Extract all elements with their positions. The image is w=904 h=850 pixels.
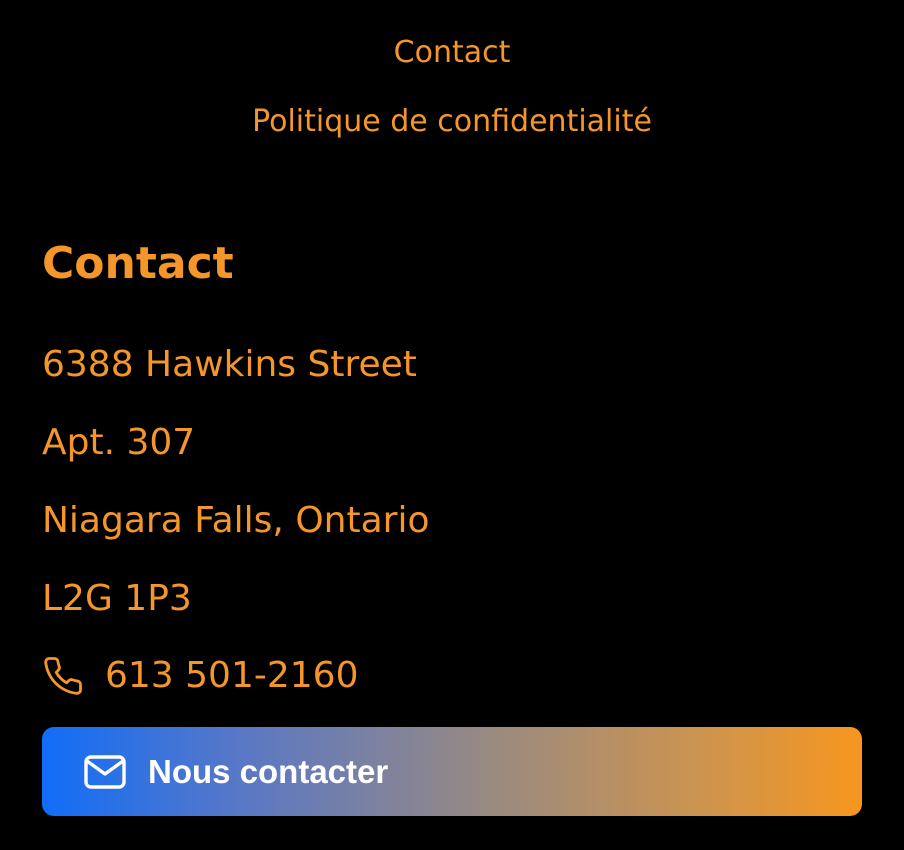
contact-us-label: Nous contacter <box>148 752 389 790</box>
address-city-province: Niagara Falls, Ontario <box>42 500 430 541</box>
phone-link[interactable]: 613 501-2160 <box>42 654 358 698</box>
contact-heading: Contact <box>42 238 234 289</box>
footer-link-contact[interactable]: Contact <box>0 33 904 73</box>
address-street: 6388 Hawkins Street <box>42 344 417 385</box>
address-apartment: Apt. 307 <box>42 422 196 463</box>
phone-number: 613 501-2160 <box>105 655 359 696</box>
contact-us-button[interactable]: Nous contacter <box>42 727 862 816</box>
footer-link-privacy-policy[interactable]: Politique de confidentialité <box>0 102 904 142</box>
address-postal-code: L2G 1P3 <box>42 578 192 619</box>
mail-icon <box>84 754 126 789</box>
phone-icon <box>42 655 84 697</box>
